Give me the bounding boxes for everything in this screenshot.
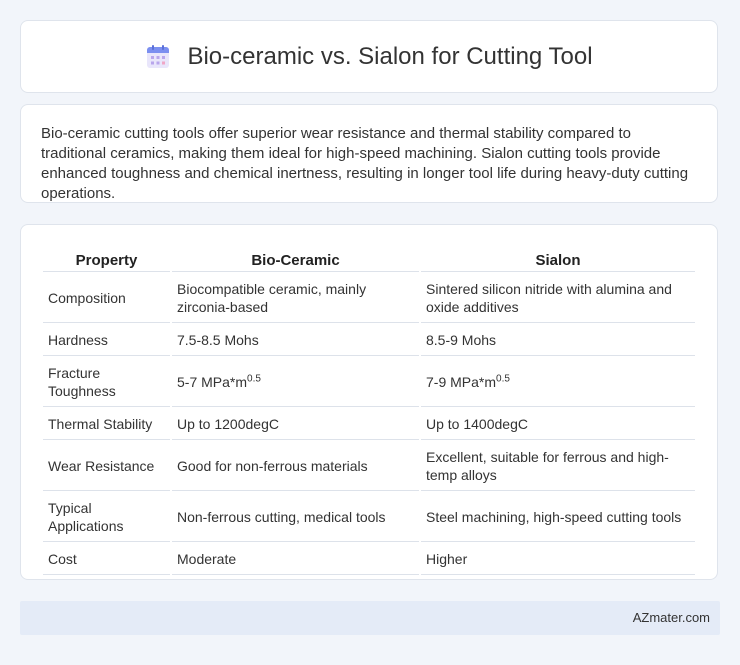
header-bio-ceramic: Bio-Ceramic bbox=[172, 249, 419, 272]
value-text: 7-9 MPa*m bbox=[426, 374, 497, 390]
table-row: Fracture Toughness 5-7 MPa*m0.5 7-9 MPa*… bbox=[43, 358, 695, 407]
header-property: Property bbox=[43, 249, 170, 272]
header-sialon: Sialon bbox=[421, 249, 695, 272]
value-text: 5-7 MPa*m bbox=[177, 374, 248, 390]
cell-sialon: Steel machining, high-speed cutting tool… bbox=[421, 493, 695, 542]
footer-link[interactable]: AZmater.com bbox=[633, 610, 710, 625]
table-row: Wear Resistance Good for non-ferrous mat… bbox=[43, 442, 695, 491]
cell-bio-ceramic: Non-ferrous cutting, medical tools bbox=[172, 493, 419, 542]
exponent: 0.5 bbox=[496, 373, 510, 385]
cell-property: Hardness bbox=[43, 325, 170, 356]
cell-bio-ceramic: Moderate bbox=[172, 544, 419, 575]
title-wrap: Bio-ceramic vs. Sialon for Cutting Tool bbox=[145, 42, 593, 71]
table-row: Thermal Stability Up to 1200degC Up to 1… bbox=[43, 409, 695, 440]
intro-card: Bio-ceramic cutting tools offer superior… bbox=[20, 104, 718, 203]
calendar-icon bbox=[147, 44, 170, 68]
cell-property: Wear Resistance bbox=[43, 442, 170, 491]
cell-bio-ceramic: Up to 1200degC bbox=[172, 409, 419, 440]
table-header-row: Property Bio-Ceramic Sialon bbox=[43, 249, 695, 272]
cell-property: Typical Applications bbox=[43, 493, 170, 542]
table-card: Property Bio-Ceramic Sialon Composition … bbox=[20, 224, 718, 580]
table-row: Cost Moderate Higher bbox=[43, 544, 695, 575]
footer-bar: AZmater.com bbox=[20, 601, 720, 635]
cell-property: Cost bbox=[43, 544, 170, 575]
cell-sialon: 8.5-9 Mohs bbox=[421, 325, 695, 356]
cell-sialon: 7-9 MPa*m0.5 bbox=[421, 358, 695, 407]
cell-bio-ceramic: Good for non-ferrous materials bbox=[172, 442, 419, 491]
table-row: Composition Biocompatible ceramic, mainl… bbox=[43, 274, 695, 323]
comparison-table: Property Bio-Ceramic Sialon Composition … bbox=[41, 247, 697, 577]
cell-sialon: Higher bbox=[421, 544, 695, 575]
cell-property: Thermal Stability bbox=[43, 409, 170, 440]
cell-bio-ceramic: 7.5-8.5 Mohs bbox=[172, 325, 419, 356]
cell-sialon: Excellent, suitable for ferrous and high… bbox=[421, 442, 695, 491]
table-row: Hardness 7.5-8.5 Mohs 8.5-9 Mohs bbox=[43, 325, 695, 356]
cell-property: Composition bbox=[43, 274, 170, 323]
cell-bio-ceramic: 5-7 MPa*m0.5 bbox=[172, 358, 419, 407]
cell-sialon: Up to 1400degC bbox=[421, 409, 695, 440]
exponent: 0.5 bbox=[247, 373, 261, 385]
page-title: Bio-ceramic vs. Sialon for Cutting Tool bbox=[187, 42, 593, 70]
cell-property: Fracture Toughness bbox=[43, 358, 170, 407]
cell-bio-ceramic: Biocompatible ceramic, mainly zirconia-b… bbox=[172, 274, 419, 323]
table-row: Typical Applications Non-ferrous cutting… bbox=[43, 493, 695, 542]
intro-text: Bio-ceramic cutting tools offer superior… bbox=[41, 125, 689, 202]
cell-sialon: Sintered silicon nitride with alumina an… bbox=[421, 274, 695, 323]
title-card: Bio-ceramic vs. Sialon for Cutting Tool bbox=[20, 20, 718, 93]
